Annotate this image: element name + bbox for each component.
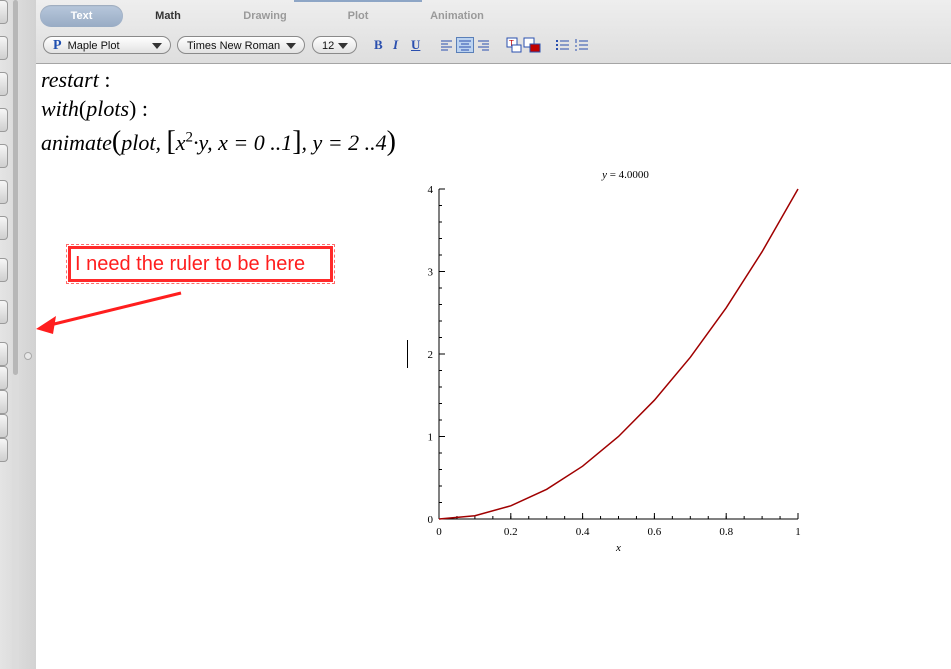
align-left-icon[interactable] [439, 38, 455, 52]
text-color-icon[interactable]: T [506, 37, 522, 53]
bullet-list-icon[interactable] [555, 38, 571, 52]
font-dropdown[interactable]: Times New Roman [177, 36, 305, 54]
splitter-handle[interactable] [24, 352, 32, 360]
x-tick-label: 0.6 [648, 526, 662, 538]
tab-indicator [294, 0, 422, 2]
palette-toggle-button[interactable] [0, 258, 8, 282]
palette-toggle-button[interactable] [0, 300, 8, 324]
underline-button[interactable]: U [411, 37, 420, 53]
font-dropdown-value: Times New Roman [187, 40, 281, 52]
italic-button[interactable]: I [393, 37, 398, 53]
tab-text[interactable]: Text [40, 5, 123, 27]
align-right-icon[interactable] [476, 38, 492, 52]
palette-toggle-button[interactable] [0, 216, 8, 240]
worksheet[interactable]: restart : with(plots) : animate(plot, [x… [36, 64, 951, 669]
tab-drawing[interactable]: Drawing [232, 5, 298, 27]
x-tick-label: 0.2 [504, 526, 518, 538]
series-line [438, 188, 799, 520]
numbered-list-icon[interactable] [574, 38, 590, 52]
chart-title-value: = 4.0000 [607, 169, 649, 181]
palette-toggle-button[interactable] [0, 366, 8, 390]
chevron-down-icon [286, 43, 296, 49]
palette-scrollbar-thumb[interactable] [13, 0, 18, 375]
style-dropdown-value: Maple Plot [67, 40, 120, 52]
y-tick-label: 1 [428, 432, 434, 444]
palette-toggle-button[interactable] [0, 108, 8, 132]
tab-animation[interactable]: Animation [421, 5, 493, 27]
palette-toggle-button[interactable] [0, 180, 8, 204]
y-tick-label: 4 [428, 184, 434, 196]
tab-plot[interactable]: Plot [332, 5, 384, 27]
animation-plot[interactable]: 0 0.2 0.4 0.6 0.8 1 0 1 2 3 4 y = 4.0000 x [36, 64, 951, 669]
x-tick-label: 1 [795, 526, 801, 538]
font-size-dropdown[interactable]: 12 [312, 36, 357, 54]
palette-toggle-button[interactable] [0, 72, 8, 96]
palette-toggle-button[interactable] [0, 390, 8, 414]
x-tick-label: 0.4 [576, 526, 590, 538]
palette-toggle-button[interactable] [0, 438, 8, 462]
y-tick-label: 0 [428, 514, 434, 526]
highlight-color-icon[interactable] [523, 37, 541, 53]
chevron-down-icon [152, 43, 162, 49]
x-tick-label: 0 [436, 526, 442, 538]
palette-toggle-button[interactable] [0, 144, 8, 168]
palette-toggle-button[interactable] [0, 36, 8, 60]
chart-title: y = 4.0000 [601, 169, 649, 181]
style-dropdown[interactable]: P Maple Plot [43, 36, 171, 54]
paragraph-style-icon: P [53, 38, 62, 53]
palette-scrollbar[interactable] [12, 0, 19, 669]
y-tick-label: 2 [428, 349, 434, 361]
font-size-value: 12 [322, 40, 335, 52]
tab-math[interactable]: Math [140, 5, 196, 27]
chevron-down-icon [338, 43, 348, 49]
x-tick-label: 0.8 [719, 526, 733, 538]
bold-button[interactable]: B [374, 37, 383, 53]
palette-toggle-button[interactable] [0, 0, 8, 24]
x-axis-label: x [615, 542, 621, 554]
palette-strip [0, 0, 37, 669]
context-toolbar: Text Math Drawing Plot Animation P Maple … [36, 0, 951, 64]
palette-toggle-button[interactable] [0, 414, 8, 438]
y-tick-label: 3 [428, 267, 434, 279]
align-center-icon[interactable] [456, 37, 474, 53]
palette-toggle-button[interactable] [0, 342, 8, 366]
